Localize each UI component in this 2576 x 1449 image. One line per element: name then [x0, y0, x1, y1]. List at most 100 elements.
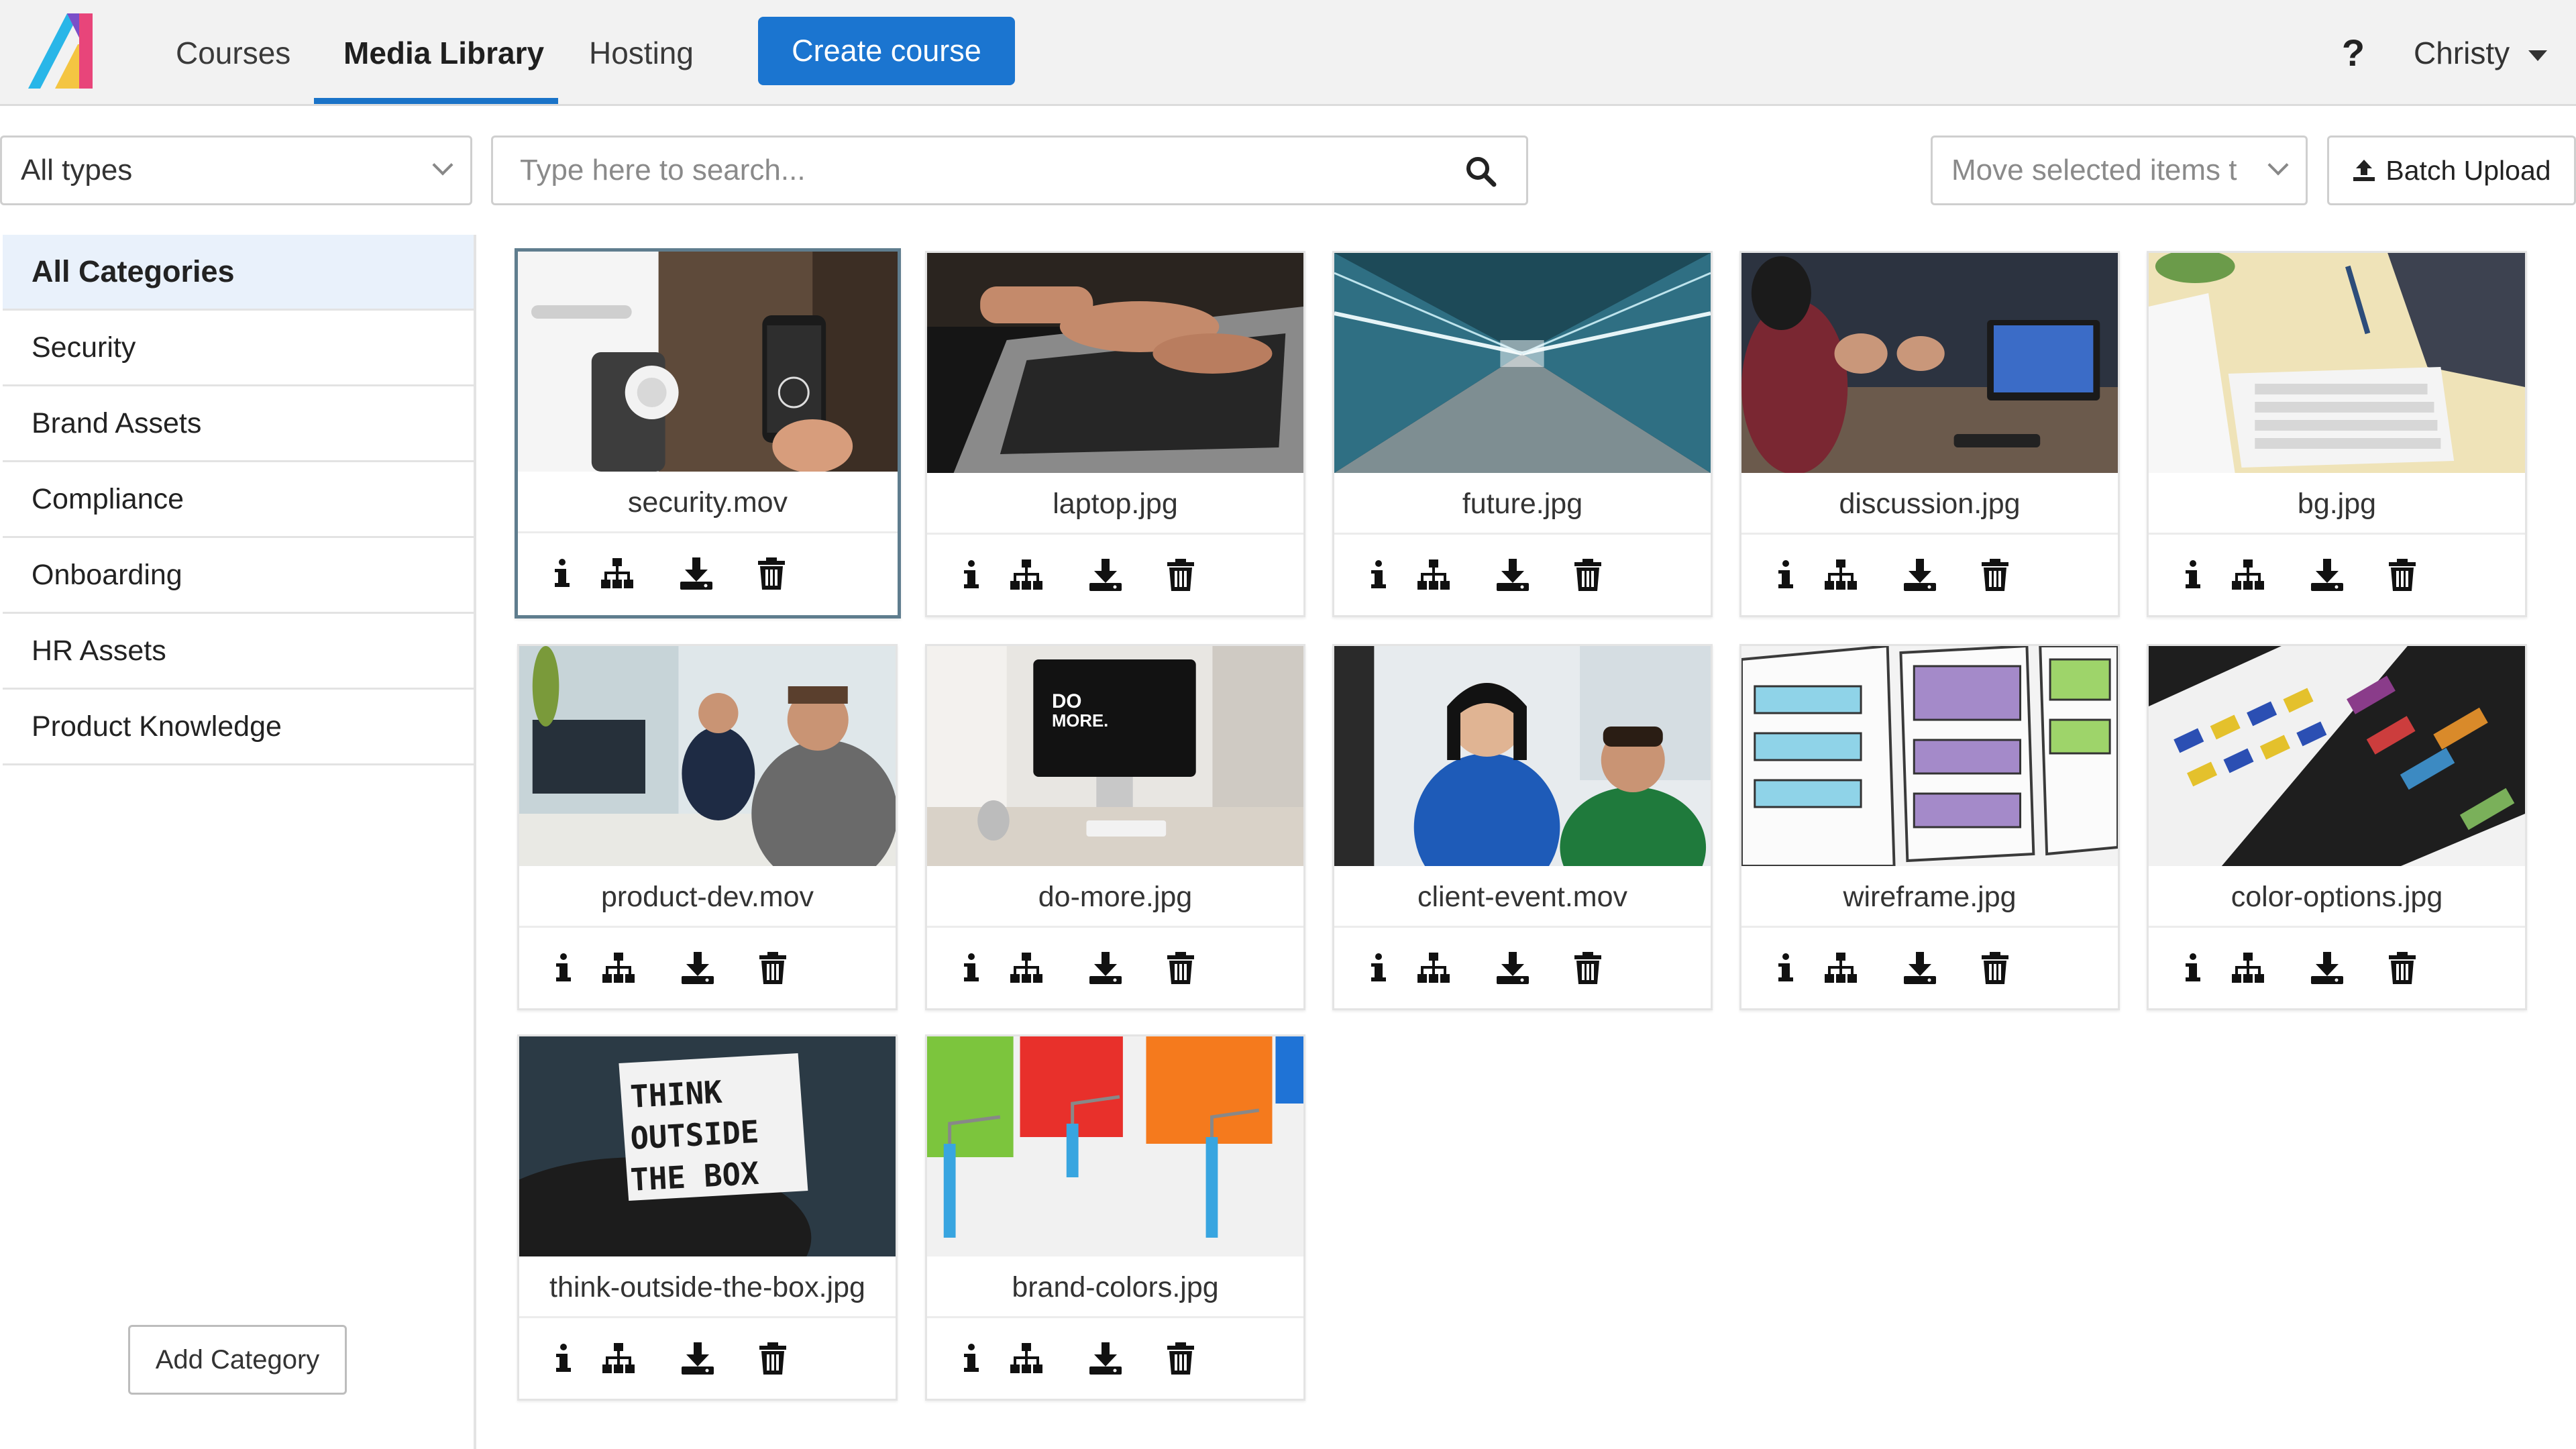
- sitemap-icon[interactable]: [1823, 557, 1858, 592]
- laptop-thumbnail[interactable]: [927, 253, 1303, 473]
- media-card[interactable]: wireframe.jpg: [1739, 644, 2120, 1010]
- category-all[interactable]: All Categories: [3, 235, 474, 311]
- sitemap-icon[interactable]: [1009, 951, 1044, 985]
- category-security[interactable]: Security: [3, 311, 474, 386]
- search-field[interactable]: [491, 136, 1528, 205]
- do-more-thumbnail[interactable]: DO MORE.: [927, 646, 1303, 866]
- category-brand-assets[interactable]: Brand Assets: [3, 386, 474, 462]
- trash-icon[interactable]: [1570, 951, 1605, 985]
- sitemap-icon[interactable]: [2231, 557, 2265, 592]
- download-icon[interactable]: [2310, 951, 2345, 985]
- category-onboarding[interactable]: Onboarding: [3, 538, 474, 614]
- trash-icon[interactable]: [755, 1341, 790, 1376]
- tab-courses[interactable]: Courses: [176, 0, 290, 106]
- download-icon[interactable]: [1088, 951, 1123, 985]
- tab-hosting[interactable]: Hosting: [589, 0, 694, 106]
- sitemap-icon[interactable]: [1416, 557, 1451, 592]
- download-icon[interactable]: [680, 951, 715, 985]
- sitemap-icon[interactable]: [1416, 951, 1451, 985]
- move-to-category-select[interactable]: Move selected items t: [1931, 136, 2308, 205]
- media-filename: security.mov: [518, 472, 898, 533]
- client-event-thumbnail[interactable]: [1334, 646, 1711, 866]
- sitemap-icon[interactable]: [2231, 951, 2265, 985]
- media-actions: [927, 1318, 1303, 1399]
- trash-icon[interactable]: [1978, 951, 2012, 985]
- info-icon[interactable]: [546, 951, 581, 985]
- download-icon[interactable]: [2310, 557, 2345, 592]
- upload-icon: [2353, 160, 2375, 181]
- trash-icon[interactable]: [1570, 557, 1605, 592]
- sitemap-icon[interactable]: [1009, 557, 1044, 592]
- info-icon[interactable]: [1361, 557, 1396, 592]
- search-input[interactable]: [520, 138, 1446, 203]
- app-logo[interactable]: [28, 13, 99, 89]
- category-compliance[interactable]: Compliance: [3, 462, 474, 538]
- media-card[interactable]: DO MORE. do-more.jpg: [925, 644, 1305, 1010]
- download-icon[interactable]: [1902, 951, 1937, 985]
- sitemap-icon[interactable]: [601, 1341, 636, 1376]
- info-icon[interactable]: [2176, 557, 2210, 592]
- sitemap-icon[interactable]: [600, 556, 635, 591]
- wireframe-thumbnail[interactable]: [1741, 646, 2118, 866]
- trash-icon[interactable]: [2385, 557, 2420, 592]
- think-outside-the-box-thumbnail[interactable]: THINK OUTSIDE THE BOX: [519, 1036, 896, 1256]
- tab-media-library[interactable]: Media Library: [343, 0, 544, 106]
- bg-thumbnail[interactable]: [2149, 253, 2525, 473]
- media-card[interactable]: discussion.jpg: [1739, 251, 2120, 617]
- color-options-thumbnail[interactable]: [2149, 646, 2525, 866]
- batch-upload-button[interactable]: Batch Upload: [2327, 136, 2576, 205]
- download-icon[interactable]: [1088, 1341, 1123, 1376]
- download-icon[interactable]: [1088, 557, 1123, 592]
- info-icon[interactable]: [1768, 951, 1803, 985]
- caret-down-icon: [2528, 50, 2548, 61]
- trash-icon[interactable]: [755, 951, 790, 985]
- search-icon[interactable]: [1464, 155, 1497, 187]
- media-card[interactable]: laptop.jpg: [925, 251, 1305, 617]
- download-icon[interactable]: [1902, 557, 1937, 592]
- media-card[interactable]: future.jpg: [1332, 251, 1713, 617]
- sitemap-icon[interactable]: [1823, 951, 1858, 985]
- help-icon[interactable]: ?: [2334, 27, 2372, 79]
- download-icon[interactable]: [680, 1341, 715, 1376]
- media-card[interactable]: THINK OUTSIDE THE BOX think-outside-the-…: [517, 1034, 898, 1401]
- info-icon[interactable]: [546, 1341, 581, 1376]
- media-card[interactable]: brand-colors.jpg: [925, 1034, 1305, 1401]
- media-card[interactable]: product-dev.mov: [517, 644, 898, 1010]
- product-dev-thumbnail[interactable]: [519, 646, 896, 866]
- info-icon[interactable]: [1768, 557, 1803, 592]
- trash-icon[interactable]: [1163, 557, 1198, 592]
- download-icon[interactable]: [679, 556, 714, 591]
- media-card[interactable]: security.mov: [515, 248, 901, 619]
- trash-icon[interactable]: [2385, 951, 2420, 985]
- media-filename: think-outside-the-box.jpg: [519, 1256, 896, 1318]
- create-course-button[interactable]: Create course: [758, 17, 1015, 85]
- trash-icon[interactable]: [754, 556, 789, 591]
- info-icon[interactable]: [954, 1341, 989, 1376]
- download-icon[interactable]: [1495, 557, 1530, 592]
- brand-colors-thumbnail[interactable]: [927, 1036, 1303, 1256]
- media-filename: laptop.jpg: [927, 473, 1303, 535]
- info-icon[interactable]: [954, 951, 989, 985]
- category-product-knowledge[interactable]: Product Knowledge: [3, 690, 474, 765]
- media-card[interactable]: color-options.jpg: [2147, 644, 2527, 1010]
- future-thumbnail[interactable]: [1334, 253, 1711, 473]
- media-card[interactable]: bg.jpg: [2147, 251, 2527, 617]
- trash-icon[interactable]: [1163, 1341, 1198, 1376]
- user-menu[interactable]: Christy: [2414, 27, 2548, 79]
- add-category-button[interactable]: Add Category: [128, 1325, 347, 1395]
- sitemap-icon[interactable]: [601, 951, 636, 985]
- info-icon[interactable]: [1361, 951, 1396, 985]
- info-icon[interactable]: [545, 556, 580, 591]
- info-icon[interactable]: [954, 557, 989, 592]
- sitemap-icon[interactable]: [1009, 1341, 1044, 1376]
- security-thumbnail[interactable]: [518, 252, 898, 472]
- media-card[interactable]: client-event.mov: [1332, 644, 1713, 1010]
- category-hr-assets[interactable]: HR Assets: [3, 614, 474, 690]
- download-icon[interactable]: [1495, 951, 1530, 985]
- trash-icon[interactable]: [1163, 951, 1198, 985]
- discussion-thumbnail[interactable]: [1741, 253, 2118, 473]
- trash-icon[interactable]: [1978, 557, 2012, 592]
- info-icon[interactable]: [2176, 951, 2210, 985]
- media-filename: wireframe.jpg: [1741, 866, 2118, 928]
- type-filter-select[interactable]: All types: [0, 136, 472, 205]
